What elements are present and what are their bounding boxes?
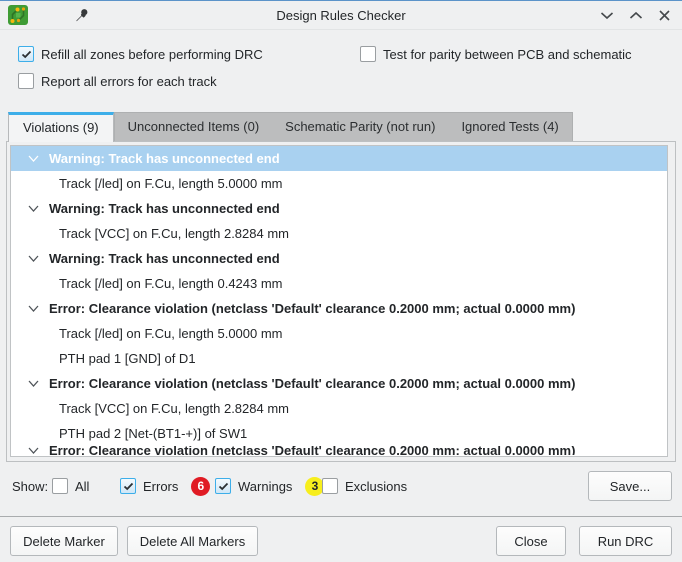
option-label: Report all errors for each track	[41, 74, 217, 89]
filter-all[interactable]: All	[52, 471, 89, 501]
checkbox-report-all-errors-for-each-track[interactable]	[18, 73, 34, 89]
checkbox-warnings[interactable]	[215, 478, 231, 494]
violation-text: Track [/led] on F.Cu, length 5.0000 mm	[59, 171, 283, 196]
option-test-for-parity-between-pcb-and-schematic[interactable]: Test for parity between PCB and schemati…	[360, 46, 632, 62]
filter-label: Exclusions	[345, 479, 407, 494]
violation-header-row[interactable]: Warning: Track has unconnected end	[11, 146, 667, 171]
filter-label: Errors	[143, 479, 178, 494]
violation-header-row[interactable]: Error: Clearance violation (netclass 'De…	[11, 371, 667, 396]
violation-header-row[interactable]: Warning: Track has unconnected end	[11, 196, 667, 221]
tab-violations-9[interactable]: Violations (9)	[8, 112, 114, 142]
checkbox-errors[interactable]	[120, 478, 136, 494]
expander-chevron-icon[interactable]	[28, 155, 40, 162]
checkbox-exclusions[interactable]	[322, 478, 338, 494]
filter-exclusions[interactable]: Exclusions	[322, 471, 407, 501]
violation-header-row[interactable]: Error: Clearance violation (netclass 'De…	[11, 296, 667, 321]
tab-schematic-parity-not-run[interactable]: Schematic Parity (not run)	[272, 113, 448, 141]
expander-chevron-icon[interactable]	[28, 380, 40, 387]
violation-detail-row[interactable]: Track [VCC] on F.Cu, length 2.8284 mm	[11, 396, 667, 421]
violations-list[interactable]: Warning: Track has unconnected endTrack …	[10, 145, 668, 457]
filter-warnings[interactable]: Warnings3	[215, 471, 324, 501]
violation-text: PTH pad 1 [GND] of D1	[59, 346, 196, 371]
violation-text: Warning: Track has unconnected end	[49, 146, 280, 171]
violation-text: Error: Clearance violation (netclass 'De…	[49, 296, 575, 321]
filter-errors[interactable]: Errors 6	[120, 471, 210, 501]
titlebar: Design Rules Checker	[0, 1, 682, 30]
violation-text: Warning: Track has unconnected end	[49, 246, 280, 271]
kicad-pcb-icon	[8, 5, 28, 25]
run-drc-button[interactable]: Run DRC	[579, 526, 672, 556]
option-label: Test for parity between PCB and schemati…	[383, 47, 632, 62]
checkbox-all[interactable]	[52, 478, 68, 494]
violation-text: Track [VCC] on F.Cu, length 2.8284 mm	[59, 221, 289, 246]
violation-text: Warning: Track has unconnected end	[49, 196, 280, 221]
tab-unconnected-items-0[interactable]: Unconnected Items (0)	[115, 113, 273, 141]
close-icon[interactable]	[657, 8, 672, 23]
violation-header-row[interactable]: Warning: Track has unconnected end	[11, 246, 667, 271]
errors-count-badge: 6	[191, 477, 210, 496]
violation-detail-row[interactable]: Track [/led] on F.Cu, length 5.0000 mm	[11, 171, 667, 196]
delete-marker-button[interactable]: Delete Marker	[10, 526, 118, 556]
expander-chevron-icon[interactable]	[28, 205, 40, 212]
violation-text: Track [/led] on F.Cu, length 0.4243 mm	[59, 271, 283, 296]
violation-text: PTH pad 2 [Net-(BT1-+)] of SW1	[59, 421, 247, 446]
violation-detail-row[interactable]: Track [/led] on F.Cu, length 5.0000 mm	[11, 321, 667, 346]
window-title: Design Rules Checker	[276, 8, 405, 23]
delete-all-markers-button[interactable]: Delete All Markers	[127, 526, 258, 556]
filter-label: All	[75, 479, 89, 494]
option-refill-all-zones-before-performing-drc[interactable]: Refill all zones before performing DRC	[18, 46, 263, 62]
tab-bar: Violations (9)Unconnected Items (0)Schem…	[8, 112, 573, 142]
violation-text: Error: Clearance violation (netclass 'De…	[49, 371, 575, 396]
bottom-separator	[0, 516, 682, 517]
checkbox-test-for-parity-between-pcb-and-schematic[interactable]	[360, 46, 376, 62]
filter-label: Warnings	[238, 479, 292, 494]
save-button[interactable]: Save...	[588, 471, 672, 501]
option-report-all-errors-for-each-track[interactable]: Report all errors for each track	[18, 73, 217, 89]
violation-detail-row[interactable]: Track [VCC] on F.Cu, length 2.8284 mm	[11, 221, 667, 246]
window-focus-accent	[0, 0, 682, 1]
pin-icon[interactable]	[74, 7, 90, 23]
expander-chevron-icon[interactable]	[28, 447, 40, 454]
violations-panel: Warning: Track has unconnected endTrack …	[6, 141, 676, 462]
violation-text: Track [VCC] on F.Cu, length 2.8284 mm	[59, 396, 289, 421]
violation-detail-row[interactable]: PTH pad 1 [GND] of D1	[11, 346, 667, 371]
tab-ignored-tests-4[interactable]: Ignored Tests (4)	[448, 113, 571, 141]
show-label: Show:	[12, 479, 48, 494]
checkbox-refill-all-zones-before-performing-drc[interactable]	[18, 46, 34, 62]
expander-chevron-icon[interactable]	[28, 305, 40, 312]
violation-text: Track [/led] on F.Cu, length 5.0000 mm	[59, 321, 283, 346]
violation-header-row[interactable]: Error: Clearance violation (netclass 'De…	[11, 446, 667, 455]
violation-detail-row[interactable]: PTH pad 2 [Net-(BT1-+)] of SW1	[11, 421, 667, 446]
chevron-down-icon[interactable]	[599, 8, 614, 23]
close-button[interactable]: Close	[496, 526, 566, 556]
option-label: Refill all zones before performing DRC	[41, 47, 263, 62]
chevron-up-icon[interactable]	[628, 8, 643, 23]
violation-detail-row[interactable]: Track [/led] on F.Cu, length 0.4243 mm	[11, 271, 667, 296]
violation-text: Error: Clearance violation (netclass 'De…	[49, 446, 575, 455]
expander-chevron-icon[interactable]	[28, 255, 40, 262]
